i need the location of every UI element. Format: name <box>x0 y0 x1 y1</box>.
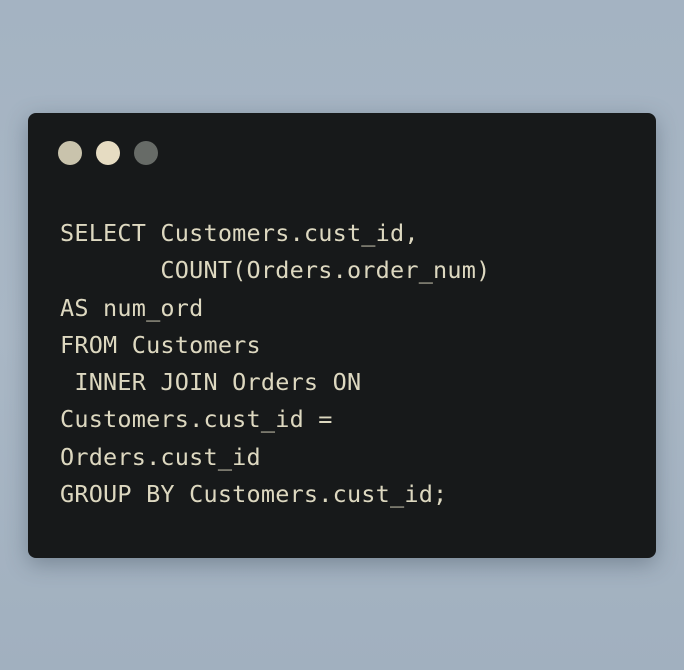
code-window: SELECT Customers.cust_id, COUNT(Orders.o… <box>28 113 656 558</box>
code-line: COUNT(Orders.order_num) <box>60 256 491 285</box>
code-block: SELECT Customers.cust_id, COUNT(Orders.o… <box>60 215 490 513</box>
code-line: AS num_ord <box>60 293 204 322</box>
window-controls <box>58 141 158 165</box>
code-line: INNER JOIN Orders ON <box>60 368 362 397</box>
maximize-dot-icon[interactable] <box>134 141 158 165</box>
code-line: SELECT Customers.cust_id, <box>60 219 419 247</box>
code-line: Orders.cust_id <box>60 442 261 471</box>
minimize-dot-icon[interactable] <box>96 141 120 165</box>
code-line: GROUP BY Customers.cust_id; <box>60 480 448 509</box>
close-dot-icon[interactable] <box>58 141 82 165</box>
code-line: Customers.cust_id = <box>60 405 333 434</box>
code-line: FROM Customers <box>60 330 261 359</box>
